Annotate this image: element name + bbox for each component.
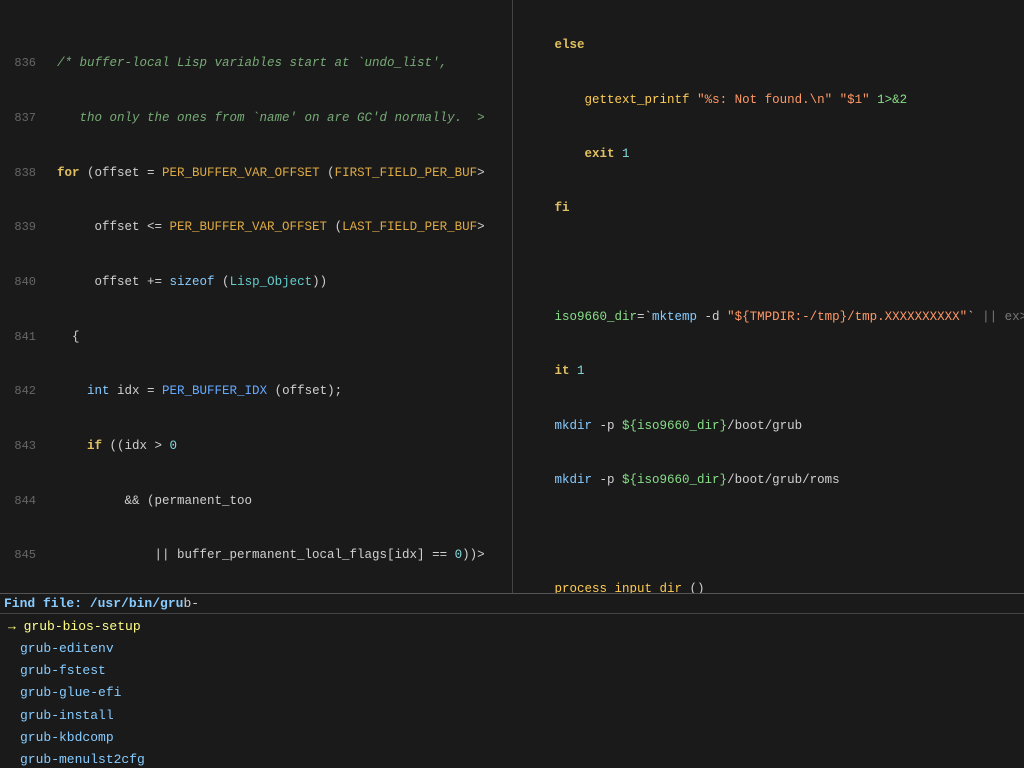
code-line-840: 840 offset += sizeof (Lisp_Object)) <box>0 273 512 291</box>
code-line-843: 843 if ((idx > 0 <box>0 437 512 455</box>
code-line-836: 836 /* buffer-local Lisp variables start… <box>0 54 512 72</box>
code-line-845: 845 || buffer_permanent_local_flags[idx]… <box>0 546 512 564</box>
right-line-3: exit 1 <box>513 145 1024 163</box>
file-item-grub-kbdcomp[interactable]: grub-kbdcomp <box>0 727 1024 749</box>
code-line-841: 841 { <box>0 328 512 346</box>
code-line-837: 837 tho only the ones from `name' on are… <box>0 109 512 127</box>
minibuffer[interactable]: Find file: /usr/bin/grub- <box>0 593 1024 613</box>
code-line-844: 844 && (permanent_too <box>0 492 512 510</box>
right-line-1: else <box>513 36 1024 54</box>
right-line-10 <box>513 526 1024 544</box>
right-pane[interactable]: else gettext_printf "%s: Not found.\n" "… <box>513 0 1024 593</box>
right-line-7: it 1 <box>513 362 1024 380</box>
minibuffer-input[interactable]: b- <box>183 596 199 611</box>
left-code-content: 836 /* buffer-local Lisp variables start… <box>0 0 512 593</box>
right-line-4: fi <box>513 199 1024 217</box>
right-line-8: mkdir -p ${iso9660_dir}/boot/grub <box>513 417 1024 435</box>
left-pane[interactable]: 836 /* buffer-local Lisp variables start… <box>0 0 513 593</box>
file-item-grub-menulst2cfg[interactable]: grub-menulst2cfg <box>0 749 1024 768</box>
right-line-2: gettext_printf "%s: Not found.\n" "$1" 1… <box>513 91 1024 109</box>
editor-container: 836 /* buffer-local Lisp variables start… <box>0 0 1024 768</box>
file-item-grub-glue-efi[interactable]: grub-glue-efi <box>0 682 1024 704</box>
right-line-5 <box>513 254 1024 272</box>
minibuffer-prompt: Find file: /usr/bin/gru <box>4 596 183 611</box>
code-line-838: 838 for (offset = PER_BUFFER_VAR_OFFSET … <box>0 164 512 182</box>
file-list: grub-bios-setup grub-editenv grub-fstest… <box>0 613 1024 768</box>
right-line-11: process_input_dir () <box>513 580 1024 593</box>
code-line-842: 842 int idx = PER_BUFFER_IDX (offset); <box>0 382 512 400</box>
code-line-839: 839 offset <= PER_BUFFER_VAR_OFFSET (LAS… <box>0 218 512 236</box>
file-item-grub-editenv[interactable]: grub-editenv <box>0 638 1024 660</box>
file-item-grub-fstest[interactable]: grub-fstest <box>0 660 1024 682</box>
right-line-9: mkdir -p ${iso9660_dir}/boot/grub/roms <box>513 471 1024 489</box>
right-line-6: iso9660_dir=`mktemp -d "${TMPDIR:-/tmp}/… <box>513 308 1024 326</box>
right-code-content: else gettext_printf "%s: Not found.\n" "… <box>513 0 1024 593</box>
file-item-grub-install[interactable]: grub-install <box>0 705 1024 727</box>
code-panes: 836 /* buffer-local Lisp variables start… <box>0 0 1024 593</box>
file-item-grub-bios-setup[interactable]: grub-bios-setup <box>0 616 1024 638</box>
